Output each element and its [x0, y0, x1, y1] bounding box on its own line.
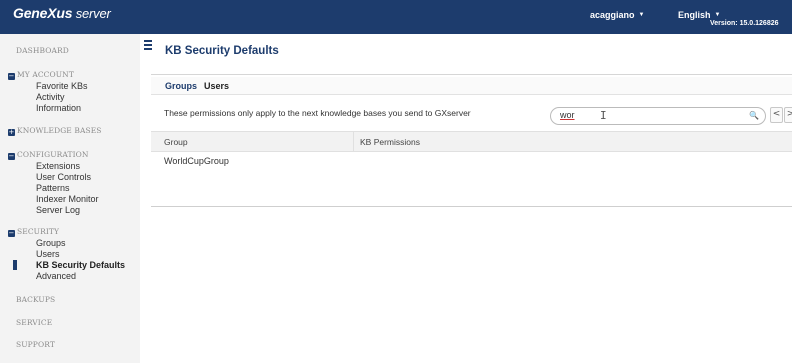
section-title: MY ACCOUNT [17, 70, 74, 79]
section-title: CONFIGURATION [17, 150, 89, 159]
top-navbar: GeneXus server acaggiano ▼ English ▼ Versi… [0, 0, 792, 34]
sidebar-section-configuration[interactable]: − CONFIGURATION [8, 150, 89, 160]
minus-square-icon: − [8, 152, 15, 160]
page-title: KB Security Defaults [165, 45, 279, 57]
column-header-kb-permissions[interactable]: KB Permissions [360, 137, 420, 147]
table-header: Group KB Permissions [151, 131, 792, 152]
magnifier-icon[interactable]: 🔍 [749, 111, 759, 120]
active-item-indicator [13, 260, 17, 270]
user-name: acaggiano [590, 10, 635, 20]
sidebar-section-security[interactable]: − SECURITY [8, 227, 59, 237]
version-label: Version: 15.0.126826 [710, 20, 779, 27]
sidebar-item-user-controls[interactable]: User Controls [36, 172, 91, 182]
tab-bar: Groups Users [151, 77, 792, 95]
sidebar-item-kb-security-defaults[interactable]: KB Security Defaults [36, 260, 125, 270]
tab-users[interactable]: Users [204, 81, 229, 91]
table-row-group-cell[interactable]: WorldCupGroup [164, 156, 229, 166]
title-divider [151, 74, 792, 75]
sidebar-item-users[interactable]: Users [36, 249, 60, 259]
sidebar-item-indexer-monitor[interactable]: Indexer Monitor [36, 194, 99, 204]
sidebar-item-advanced[interactable]: Advanced [36, 271, 76, 281]
info-message: These permissions only apply to the next… [164, 108, 471, 118]
pager-next-button[interactable]: > [784, 107, 792, 123]
sidebar-item-information[interactable]: Information [36, 103, 81, 113]
section-title: SECURITY [17, 227, 60, 236]
app-logo[interactable]: GeneXus server [13, 5, 111, 21]
minus-square-icon: − [8, 72, 15, 80]
tab-groups[interactable]: Groups [165, 81, 197, 91]
caret-down-icon: ▼ [714, 12, 721, 18]
sidebar-item-dashboard[interactable]: DASHBOARD [16, 46, 69, 55]
plus-square-icon: + [8, 128, 15, 136]
sidebar-section-knowledge-bases[interactable]: + KNOWLEDGE BASES [8, 126, 102, 136]
sidebar: DASHBOARD − MY ACCOUNT Favorite KBs Activ… [0, 34, 140, 363]
sidebar-item-backups[interactable]: BACKUPS [16, 295, 55, 304]
sidebar-item-support[interactable]: SUPPORT [16, 340, 55, 349]
language-menu[interactable]: English ▼ [678, 10, 720, 20]
text-cursor-icon: I [600, 109, 607, 122]
language-label: English [678, 10, 711, 20]
user-menu[interactable]: acaggiano ▼ [590, 10, 644, 20]
sidebar-item-favorite-kbs[interactable]: Favorite KBs [36, 81, 88, 91]
sidebar-item-groups[interactable]: Groups [36, 238, 66, 248]
table-bottom-divider [151, 206, 792, 207]
sidebar-item-extensions[interactable]: Extensions [36, 161, 80, 171]
logo-product: server [72, 6, 111, 21]
sidebar-item-service[interactable]: SERVICE [16, 318, 52, 327]
minus-square-icon: − [8, 229, 15, 237]
section-title: KNOWLEDGE BASES [17, 126, 102, 135]
sidebar-section-my-account[interactable]: − MY ACCOUNT [8, 70, 74, 80]
column-header-group[interactable]: Group [164, 137, 188, 147]
search-value: wor [560, 110, 575, 120]
column-divider [353, 132, 354, 151]
sidebar-item-patterns[interactable]: Patterns [36, 183, 70, 193]
caret-down-icon: ▼ [638, 12, 645, 18]
logo-brand: GeneXus [13, 5, 73, 21]
sidebar-item-server-log[interactable]: Server Log [36, 205, 80, 215]
pager-prev-button[interactable]: < [770, 107, 783, 123]
sidebar-item-activity[interactable]: Activity [36, 92, 65, 102]
hamburger-icon[interactable] [144, 40, 152, 52]
search-input[interactable]: wor I 🔍 [550, 107, 766, 125]
